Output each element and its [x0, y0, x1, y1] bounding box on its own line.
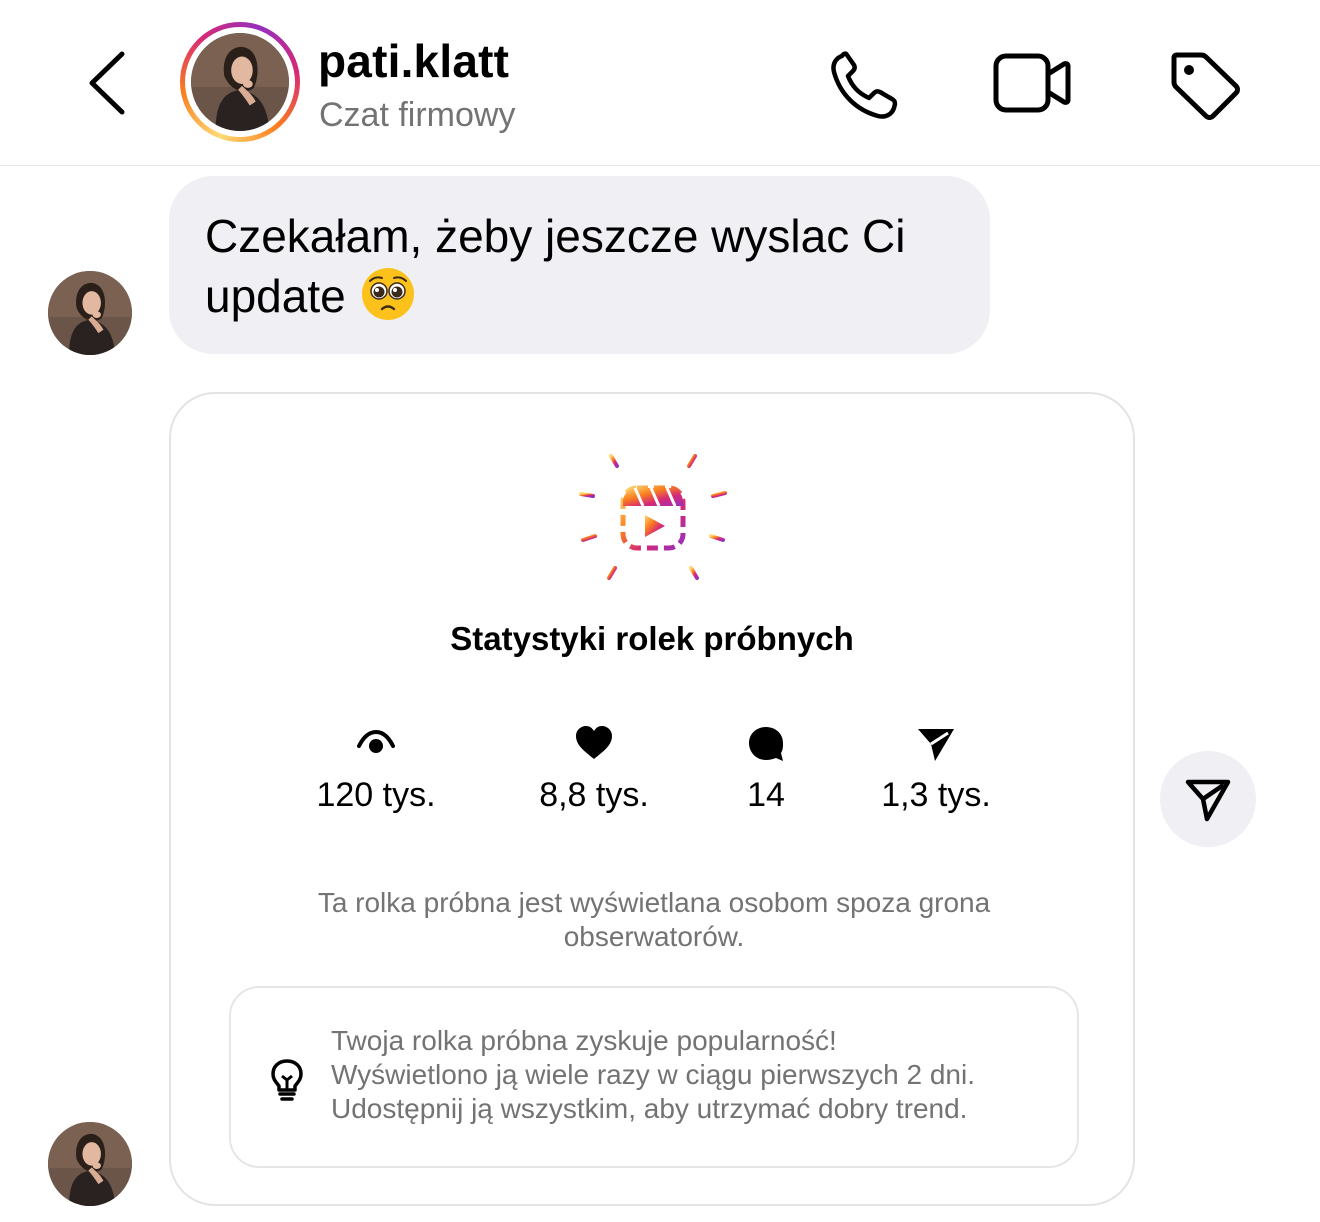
tip-text: Twoja rolka próbna zyskuje popularność! … [331, 1024, 1051, 1126]
share-button[interactable] [1160, 751, 1256, 847]
tip-line-3: Udostępnij ją wszystkim, aby utrzymać do… [331, 1093, 968, 1124]
chat-header: pati.klatt Czat firmowy [0, 0, 1320, 166]
views-count: 120 tys. [316, 776, 436, 814]
profile-avatar-story-ring[interactable] [180, 22, 300, 142]
message-text: Czekałam, żeby jeszcze wyslac Ci update [205, 210, 906, 322]
heart-icon [576, 726, 612, 759]
username[interactable]: pati.klatt [318, 34, 509, 88]
comments-count: 14 [747, 776, 785, 814]
video-camera-icon [993, 53, 1071, 113]
label-button[interactable] [1168, 50, 1242, 120]
tip-line-2: Wyświetlono ją wiele razy w ciągu pierws… [331, 1059, 975, 1090]
insights-description: Ta rolka próbna jest wyświetlana osobom … [317, 887, 991, 952]
dm-thread-screen: pati.klatt Czat firmowy Czekałam, żeby j… [0, 0, 1320, 1222]
stat-comments: 14 [731, 724, 801, 815]
phone-icon [831, 51, 898, 119]
eye-icon [357, 729, 395, 753]
message-bubble[interactable]: Czekałam, żeby jeszcze wyslac Ci update [169, 176, 990, 354]
chat-subtitle: Czat firmowy [319, 96, 516, 134]
reel-insights-card[interactable]: Statystyki rolek próbnych 120 tys. 8,8 t… [169, 392, 1135, 1206]
stat-likes: 8,8 tys. [529, 724, 659, 815]
send-icon [918, 729, 954, 761]
reels-sparkle-icon [579, 442, 727, 590]
lightbulb-icon [271, 1059, 303, 1101]
avatar [191, 33, 289, 131]
pleading-face-emoji-icon [361, 268, 414, 320]
tag-icon [1171, 52, 1240, 120]
back-icon [89, 51, 125, 115]
send-icon [1185, 779, 1231, 822]
tip-box: Twoja rolka próbna zyskuje popularność! … [229, 986, 1079, 1168]
likes-count: 8,8 tys. [539, 776, 649, 814]
back-button[interactable] [84, 48, 130, 118]
call-button[interactable] [828, 50, 900, 120]
sender-avatar[interactable] [48, 1122, 132, 1206]
avatar [48, 271, 132, 355]
tip-line-1: Twoja rolka próbna zyskuje popularność! [331, 1025, 837, 1056]
stat-shares: 1,3 tys. [871, 724, 1001, 815]
sender-avatar[interactable] [48, 271, 132, 355]
stat-views: 120 tys. [311, 724, 441, 815]
avatar [48, 1122, 132, 1206]
shares-count: 1,3 tys. [881, 776, 991, 814]
insights-title: Statystyki rolek próbnych [450, 620, 854, 657]
comment-icon [749, 727, 783, 761]
video-call-button[interactable] [992, 50, 1072, 116]
